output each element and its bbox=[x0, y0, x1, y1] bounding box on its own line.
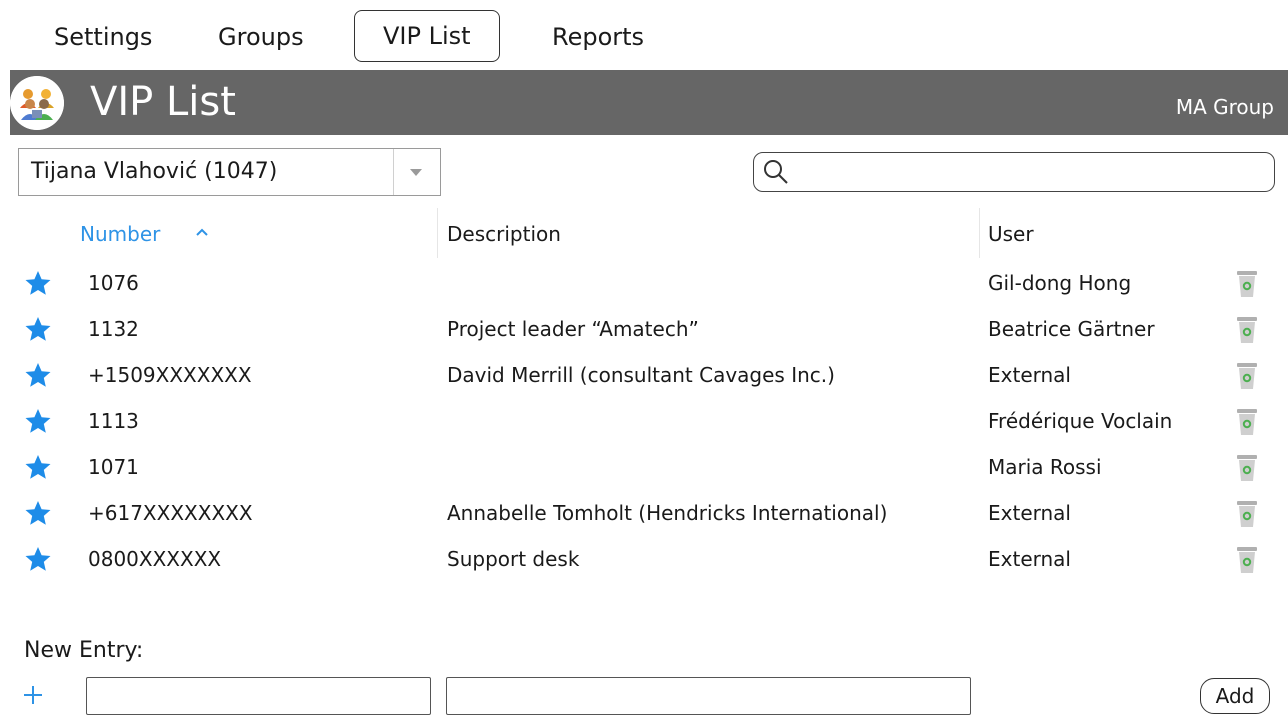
table-row[interactable]: 1076 Gil-dong Hong bbox=[0, 260, 1288, 306]
trash-icon[interactable] bbox=[1236, 500, 1258, 528]
group-name: MA Group bbox=[1175, 95, 1274, 119]
trash-icon[interactable] bbox=[1236, 362, 1258, 390]
cell-user: External bbox=[988, 363, 1071, 387]
new-description-input[interactable] bbox=[446, 677, 971, 715]
trash-icon[interactable] bbox=[1236, 546, 1258, 574]
search-box[interactable] bbox=[753, 152, 1275, 192]
column-separator bbox=[979, 208, 980, 258]
cell-number: 1113 bbox=[88, 409, 139, 433]
tab-groups[interactable]: Groups bbox=[204, 10, 318, 64]
user-select[interactable]: Tijana Vlahović (1047) bbox=[18, 148, 441, 196]
cell-number: +617XXXXXXXX bbox=[88, 501, 253, 525]
cell-number: 1071 bbox=[88, 455, 139, 479]
star-icon[interactable] bbox=[24, 270, 52, 296]
people-group-icon bbox=[10, 76, 64, 130]
cell-description: Project leader “Amatech” bbox=[447, 317, 699, 341]
page-header: VIP List MA Group bbox=[10, 70, 1288, 135]
vip-list-page: Settings Groups VIP List Reports VIP Lis… bbox=[0, 0, 1288, 715]
star-icon[interactable] bbox=[24, 316, 52, 342]
tab-bar: Settings Groups VIP List Reports bbox=[0, 0, 1288, 70]
table-row[interactable]: 1071 Maria Rossi bbox=[0, 444, 1288, 490]
page-title: VIP List bbox=[90, 79, 236, 125]
cell-description: Support desk bbox=[447, 547, 580, 571]
tab-vip-list[interactable]: VIP List bbox=[354, 10, 500, 62]
cell-description: Annabelle Tomholt (Hendricks Internation… bbox=[447, 501, 888, 525]
column-header-number[interactable]: Number bbox=[80, 212, 160, 256]
cell-user: Gil-dong Hong bbox=[988, 271, 1132, 295]
table-row[interactable]: 1113 Frédérique Voclain bbox=[0, 398, 1288, 444]
cell-user: Maria Rossi bbox=[988, 455, 1102, 479]
table-row[interactable]: 0800XXXXXX Support desk External bbox=[0, 536, 1288, 582]
cell-user: External bbox=[988, 547, 1071, 571]
new-entry-label: New Entry: bbox=[24, 638, 144, 663]
chevron-down-icon[interactable] bbox=[410, 169, 422, 176]
cell-user: External bbox=[988, 501, 1071, 525]
cell-user: Beatrice Gärtner bbox=[988, 317, 1155, 341]
trash-icon[interactable] bbox=[1236, 454, 1258, 482]
star-icon[interactable] bbox=[24, 362, 52, 388]
sort-ascending-icon[interactable] bbox=[194, 226, 210, 238]
trash-icon[interactable] bbox=[1236, 270, 1258, 298]
cell-number: 0800XXXXXX bbox=[88, 547, 222, 571]
column-header-user[interactable]: User bbox=[988, 212, 1034, 256]
search-input[interactable] bbox=[794, 157, 1264, 187]
star-icon[interactable] bbox=[24, 500, 52, 526]
column-separator bbox=[437, 208, 438, 258]
cell-number: +1509XXXXXXX bbox=[88, 363, 252, 387]
search-icon bbox=[764, 160, 788, 184]
column-header-description[interactable]: Description bbox=[447, 212, 561, 256]
trash-icon[interactable] bbox=[1236, 408, 1258, 436]
star-icon[interactable] bbox=[24, 546, 52, 572]
table-row[interactable]: +617XXXXXXXX Annabelle Tomholt (Hendrick… bbox=[0, 490, 1288, 536]
cell-user: Frédérique Voclain bbox=[988, 409, 1173, 433]
select-divider bbox=[393, 149, 394, 195]
new-number-input[interactable] bbox=[86, 677, 431, 715]
cell-description: David Merrill (consultant Cavages Inc.) bbox=[447, 363, 835, 387]
table-row[interactable]: 1132 Project leader “Amatech” Beatrice G… bbox=[0, 306, 1288, 352]
star-icon[interactable] bbox=[24, 408, 52, 434]
tab-reports[interactable]: Reports bbox=[538, 10, 658, 64]
star-icon[interactable] bbox=[24, 454, 52, 480]
cell-number: 1076 bbox=[88, 271, 139, 295]
tab-settings[interactable]: Settings bbox=[40, 10, 166, 64]
cell-number: 1132 bbox=[88, 317, 139, 341]
user-select-value: Tijana Vlahović (1047) bbox=[31, 159, 278, 184]
table-row[interactable]: +1509XXXXXXX David Merrill (consultant C… bbox=[0, 352, 1288, 398]
add-button[interactable]: Add bbox=[1200, 678, 1270, 714]
trash-icon[interactable] bbox=[1236, 316, 1258, 344]
plus-icon[interactable] bbox=[22, 684, 44, 706]
